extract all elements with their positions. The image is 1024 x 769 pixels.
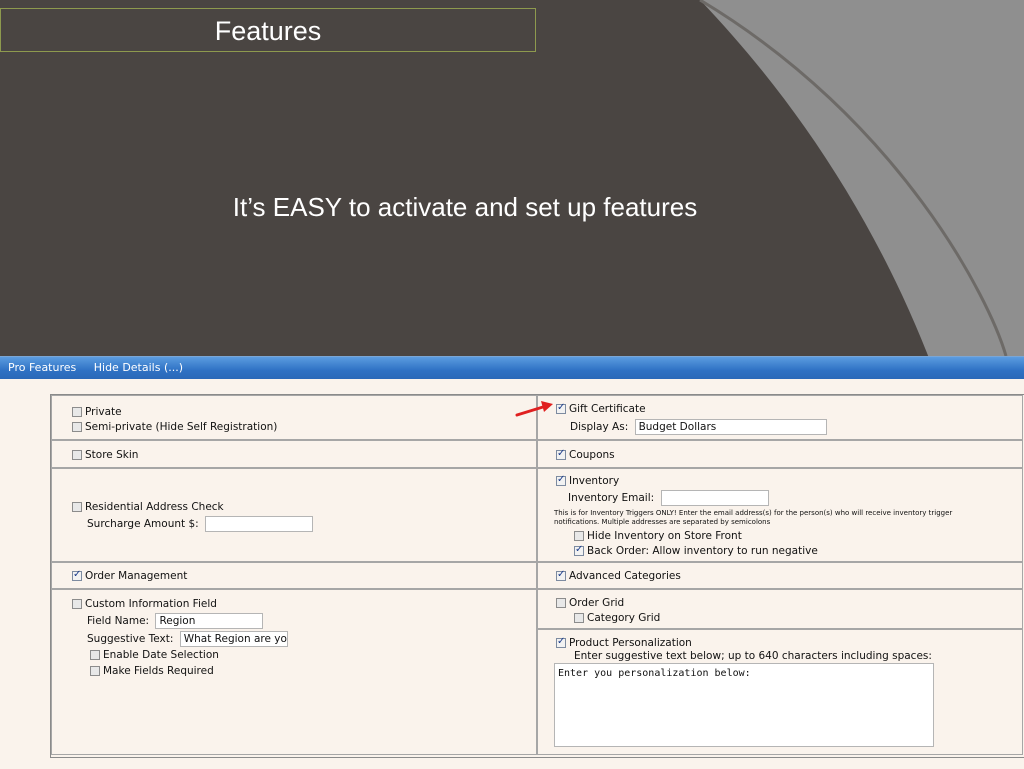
display-as-input[interactable]: Budget Dollars <box>634 419 827 435</box>
inventory-email-input[interactable] <box>660 490 769 506</box>
inventory-label: Inventory <box>569 475 620 487</box>
required-fields-checkbox[interactable] <box>90 666 100 676</box>
inventory-checkbox[interactable] <box>556 474 566 486</box>
date-selection-label: Enable Date Selection <box>103 649 219 661</box>
inventory-note: This is for Inventory Triggers ONLY! Ent… <box>554 509 953 526</box>
gift-certificate-label: Gift Certificate <box>569 403 646 415</box>
store-skin-checkbox[interactable] <box>72 450 82 460</box>
display-as-label: Display As: <box>570 421 629 433</box>
custom-info-label: Custom Information Field <box>85 598 217 610</box>
pro-features-tab[interactable]: Pro Features <box>8 361 76 374</box>
surcharge-input[interactable] <box>205 516 314 532</box>
slide-title-box: Features <box>0 8 536 52</box>
semi-private-label: Semi-private (Hide Self Registration) <box>85 421 278 433</box>
slide-title: Features <box>214 16 322 46</box>
personalization-label: Product Personalization <box>569 637 692 649</box>
semi-private-checkbox[interactable] <box>72 422 82 432</box>
slide-subtitle: It’s EASY to activate and set up feature… <box>232 192 698 222</box>
cell-inventory: Inventory Inventory Email: This is for I… <box>537 468 1023 562</box>
inventory-email-label: Inventory Email: <box>568 492 655 504</box>
private-label: Private <box>85 406 122 418</box>
private-checkbox[interactable] <box>72 407 82 417</box>
category-grid-label: Category Grid <box>587 612 661 624</box>
cell-store-skin: Store Skin <box>51 440 537 468</box>
back-order-checkbox[interactable] <box>574 544 584 556</box>
back-order-label: Back Order: Allow inventory to run negat… <box>587 545 818 557</box>
cell-privacy: Private Semi-private (Hide Self Registra… <box>51 395 537 440</box>
order-management-label: Order Management <box>85 570 188 582</box>
hide-details-link[interactable]: Hide Details (...) <box>94 361 183 374</box>
coupons-checkbox[interactable] <box>556 448 566 460</box>
hide-inventory-label: Hide Inventory on Store Front <box>587 530 742 542</box>
hide-inventory-checkbox[interactable] <box>574 531 584 541</box>
cell-custom-info: Custom Information Field Field Name: Reg… <box>51 589 537 755</box>
personalization-checkbox[interactable] <box>556 636 566 648</box>
category-grid-checkbox[interactable] <box>574 613 584 623</box>
store-skin-label: Store Skin <box>85 449 139 461</box>
cell-order-grid: Order Grid Category Grid <box>537 589 1023 629</box>
personalization-textarea[interactable]: Enter you personalization below: <box>554 663 934 747</box>
features-grid: Private Semi-private (Hide Self Registra… <box>50 394 1024 758</box>
pro-features-panel: Pro Features Hide Details (...) Private … <box>0 356 1024 769</box>
cell-advanced-categories: Advanced Categories <box>537 562 1023 589</box>
required-fields-label: Make Fields Required <box>103 665 214 677</box>
gift-certificate-checkbox[interactable] <box>556 402 566 414</box>
order-management-checkbox[interactable] <box>72 569 82 581</box>
residential-checkbox[interactable] <box>72 502 82 512</box>
residential-label: Residential Address Check <box>85 501 224 513</box>
field-name-label: Field Name: <box>87 615 150 627</box>
cell-residential: Residential Address Check Surcharge Amou… <box>51 468 537 562</box>
panel-header: Pro Features Hide Details (...) <box>0 357 1024 379</box>
advanced-categories-label: Advanced Categories <box>569 570 681 582</box>
suggestive-text-input[interactable]: What Region are you s <box>179 631 288 647</box>
suggestive-text-label: Suggestive Text: <box>87 633 174 645</box>
personalization-hint: Enter suggestive text below; up to 640 c… <box>574 650 932 662</box>
cell-order-management: Order Management <box>51 562 537 589</box>
cell-personalization: Product Personalization Enter suggestive… <box>537 629 1023 755</box>
cell-coupons: Coupons <box>537 440 1023 468</box>
date-selection-checkbox[interactable] <box>90 650 100 660</box>
order-grid-checkbox[interactable] <box>556 598 566 608</box>
custom-info-checkbox[interactable] <box>72 599 82 609</box>
red-arrow-icon <box>515 401 553 417</box>
surcharge-label: Surcharge Amount $: <box>87 518 199 530</box>
order-grid-label: Order Grid <box>569 597 625 609</box>
cell-gift-certificate: Gift Certificate Display As: Budget Doll… <box>537 395 1023 440</box>
field-name-input[interactable]: Region <box>155 613 264 629</box>
advanced-categories-checkbox[interactable] <box>556 569 566 581</box>
coupons-label: Coupons <box>569 449 615 461</box>
